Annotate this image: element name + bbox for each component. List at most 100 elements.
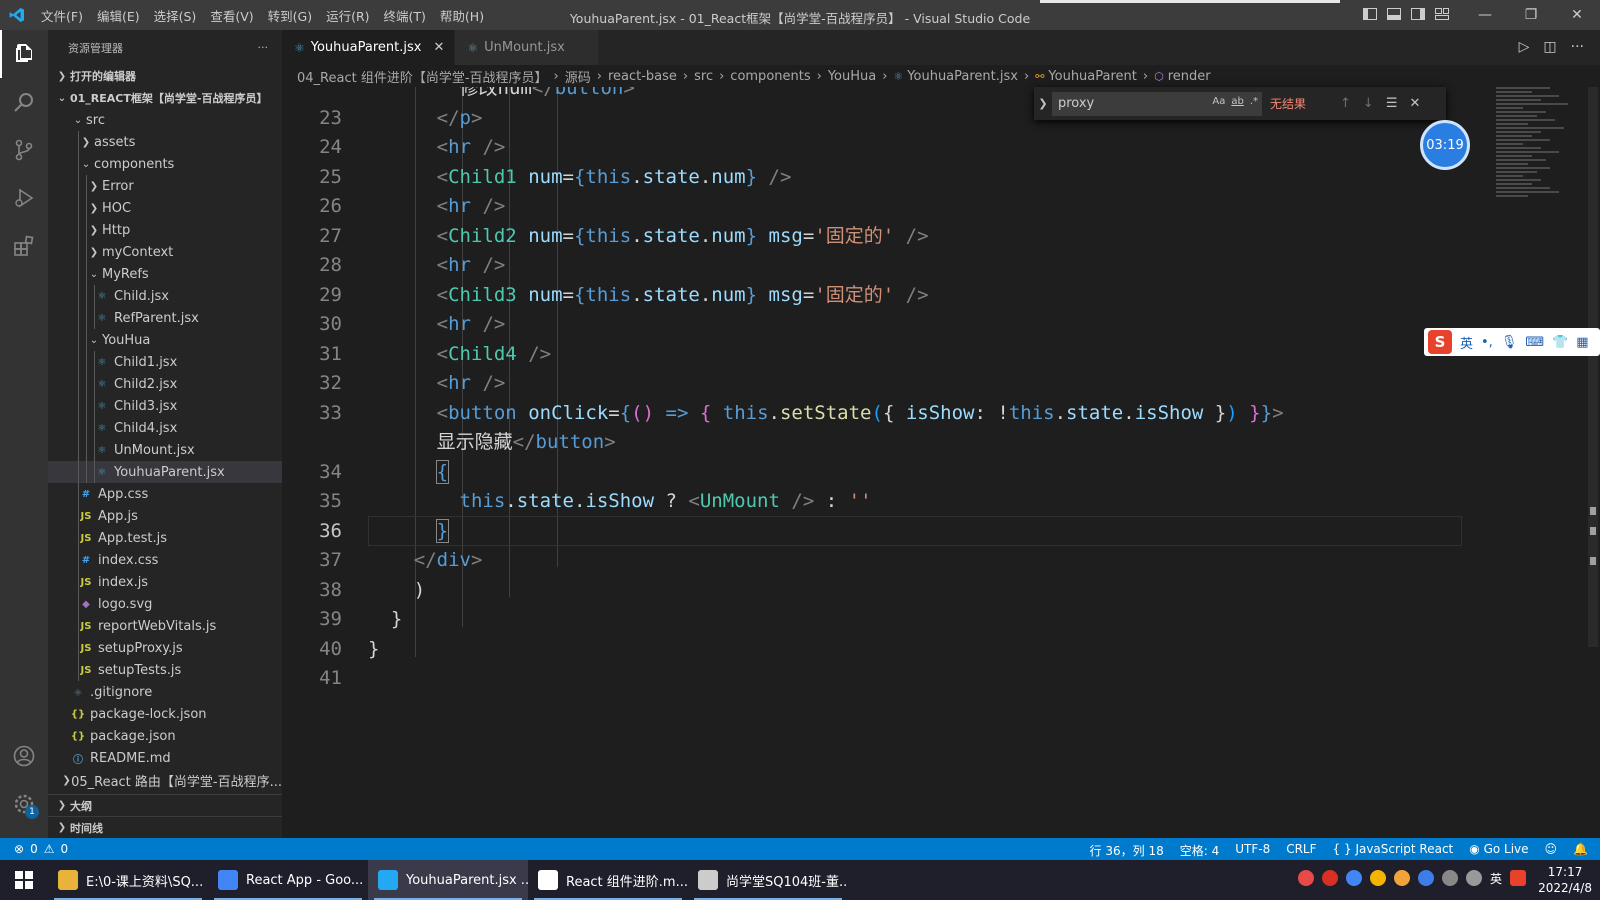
- file-item[interactable]: ⚛ UnMount.jsx: [48, 439, 282, 461]
- input-lang[interactable]: 英: [1490, 870, 1502, 886]
- breadcrumb-item[interactable]: YouhuaParent.jsx: [907, 69, 1018, 84]
- breadcrumb-item[interactable]: YouhuaParent: [1048, 69, 1136, 84]
- toggle-sidebar-icon[interactable]: [1362, 6, 1378, 22]
- breadcrumb-item[interactable]: 04_React 组件进阶【尚学堂-百战程序员】: [297, 67, 548, 86]
- file-item[interactable]: JS setupProxy.js: [48, 637, 282, 659]
- source-control-icon[interactable]: [0, 126, 48, 174]
- sogou-tray-icon[interactable]: [1510, 870, 1526, 886]
- folder-item[interactable]: ⌄ components: [48, 153, 282, 175]
- skin-icon[interactable]: 👕: [1552, 335, 1568, 350]
- folder-item[interactable]: ❯ Http: [48, 219, 282, 241]
- language-mode[interactable]: { } JavaScript React: [1333, 842, 1454, 859]
- project-section[interactable]: ⌄ 01_REACT框架【尚学堂-百战程序员】: [48, 87, 282, 109]
- vertical-scrollbar[interactable]: [1586, 87, 1600, 838]
- close-find-icon[interactable]: ✕: [1409, 96, 1420, 111]
- file-item[interactable]: ⚛ YouhuaParent.jsx: [48, 461, 282, 483]
- file-item[interactable]: ⚛ Child3.jsx: [48, 395, 282, 417]
- go-live-button[interactable]: ◉ Go Live: [1469, 842, 1528, 859]
- file-item[interactable]: ⚛ Child1.jsx: [48, 351, 282, 373]
- account-icon[interactable]: [0, 732, 48, 780]
- find-in-selection-icon[interactable]: ☰: [1386, 96, 1398, 111]
- menu-item[interactable]: 查看(V): [203, 6, 260, 25]
- close-tab-icon[interactable]: ✕: [433, 40, 444, 55]
- file-item[interactable]: ⚛ Child.jsx: [48, 285, 282, 307]
- more-actions-icon[interactable]: ···: [258, 41, 269, 54]
- toggle-replace-icon[interactable]: ❯: [1034, 97, 1052, 110]
- taskbar-app[interactable]: React 组件进阶.m...: [528, 860, 688, 900]
- folder-item[interactable]: ❯ HOC: [48, 197, 282, 219]
- menu-item[interactable]: 终端(T): [377, 6, 433, 25]
- match-word-toggle[interactable]: ab: [1231, 96, 1243, 107]
- clock[interactable]: 17:17 2022/4/8: [1538, 864, 1592, 896]
- file-item[interactable]: JS setupTests.js: [48, 659, 282, 681]
- windows-start-icon[interactable]: [0, 860, 48, 900]
- file-item[interactable]: ◆ logo.svg: [48, 593, 282, 615]
- folder-item[interactable]: ⌄ MyRefs: [48, 263, 282, 285]
- problems-indicator[interactable]: ⊗ 0 ⚠ 0: [0, 842, 68, 856]
- notifications-bell-icon[interactable]: 🔔: [1573, 842, 1588, 859]
- end-of-line[interactable]: CRLF: [1286, 842, 1316, 859]
- punctuation-icon[interactable]: •,: [1481, 335, 1493, 350]
- encoding[interactable]: UTF-8: [1235, 842, 1270, 859]
- keyboard-icon[interactable]: ⌨: [1525, 335, 1544, 350]
- file-item[interactable]: JS App.test.js: [48, 527, 282, 549]
- bluetooth-icon[interactable]: [1417, 870, 1434, 886]
- tray-app-icon[interactable]: [1297, 870, 1314, 886]
- minimap[interactable]: [1496, 87, 1586, 207]
- network-icon[interactable]: [1441, 870, 1458, 886]
- indentation[interactable]: 空格: 4: [1180, 842, 1220, 859]
- more-icon[interactable]: ···: [1571, 39, 1584, 55]
- breadcrumb-item[interactable]: render: [1168, 69, 1211, 84]
- file-item[interactable]: # App.css: [48, 483, 282, 505]
- outline-section[interactable]: ❯ 大纲: [48, 794, 282, 816]
- menu-item[interactable]: 编辑(E): [90, 6, 147, 25]
- run-icon[interactable]: ▷: [1519, 39, 1530, 55]
- close-window-icon[interactable]: ✕: [1554, 0, 1600, 30]
- folder-item[interactable]: ❯ assets: [48, 131, 282, 153]
- volume-icon[interactable]: [1465, 870, 1482, 886]
- folder-item[interactable]: ❯ Error: [48, 175, 282, 197]
- folder-item[interactable]: ⌄ YouHua: [48, 329, 282, 351]
- match-case-toggle[interactable]: Aa: [1212, 96, 1225, 107]
- customize-layout-icon[interactable]: [1434, 6, 1450, 22]
- tray-app-icon[interactable]: [1369, 870, 1386, 886]
- feedback-icon[interactable]: ☺: [1545, 842, 1558, 859]
- search-icon[interactable]: [0, 78, 48, 126]
- restore-icon[interactable]: ❐: [1508, 0, 1554, 30]
- file-item[interactable]: ⚛ Child2.jsx: [48, 373, 282, 395]
- extensions-icon[interactable]: [0, 222, 48, 270]
- folder-item[interactable]: ⌄ src: [48, 109, 282, 131]
- toggle-secondary-sidebar-icon[interactable]: [1410, 6, 1426, 22]
- ime-lang[interactable]: 英: [1460, 333, 1473, 352]
- tray-app-icon[interactable]: [1321, 870, 1338, 886]
- minimize-icon[interactable]: —: [1462, 0, 1508, 30]
- find-input[interactable]: proxy Aa ab .*: [1052, 91, 1262, 116]
- breadcrumb-item[interactable]: components: [730, 69, 810, 84]
- breadcrumb-item[interactable]: src: [694, 69, 713, 84]
- chrome-tray-icon[interactable]: [1345, 870, 1362, 886]
- regex-toggle[interactable]: .*: [1250, 96, 1258, 107]
- tray-app-icon[interactable]: [1393, 870, 1410, 886]
- toolbox-icon[interactable]: ▦: [1576, 335, 1588, 350]
- cursor-position[interactable]: 行 36，列 18: [1090, 842, 1164, 859]
- taskbar-app[interactable]: React App - Goo...: [208, 860, 368, 900]
- menu-item[interactable]: 文件(F): [34, 6, 90, 25]
- file-item[interactable]: ⓘ README.md: [48, 747, 282, 769]
- next-match-icon[interactable]: ↓: [1363, 96, 1374, 111]
- microphone-icon[interactable]: 🎙: [1501, 335, 1518, 350]
- taskbar-app[interactable]: YouhuaParent.jsx ...: [368, 860, 528, 900]
- file-item[interactable]: ◈ .gitignore: [48, 681, 282, 703]
- folder-item[interactable]: ❯ myContext: [48, 241, 282, 263]
- menu-item[interactable]: 运行(R): [319, 6, 376, 25]
- tab-unmount[interactable]: ⚛ UnMount.jsx ✕: [455, 30, 599, 65]
- toggle-panel-icon[interactable]: [1386, 6, 1402, 22]
- file-item[interactable]: JS App.js: [48, 505, 282, 527]
- file-item[interactable]: JS reportWebVitals.js: [48, 615, 282, 637]
- file-item[interactable]: {} package.json: [48, 725, 282, 747]
- manage-gear-icon[interactable]: 1: [0, 780, 48, 828]
- run-debug-icon[interactable]: [0, 174, 48, 222]
- menu-item[interactable]: 选择(S): [147, 6, 204, 25]
- open-editors-section[interactable]: ❯ 打开的编辑器: [48, 65, 282, 87]
- timeline-section[interactable]: ❯ 时间线: [48, 816, 282, 838]
- file-item[interactable]: # index.css: [48, 549, 282, 571]
